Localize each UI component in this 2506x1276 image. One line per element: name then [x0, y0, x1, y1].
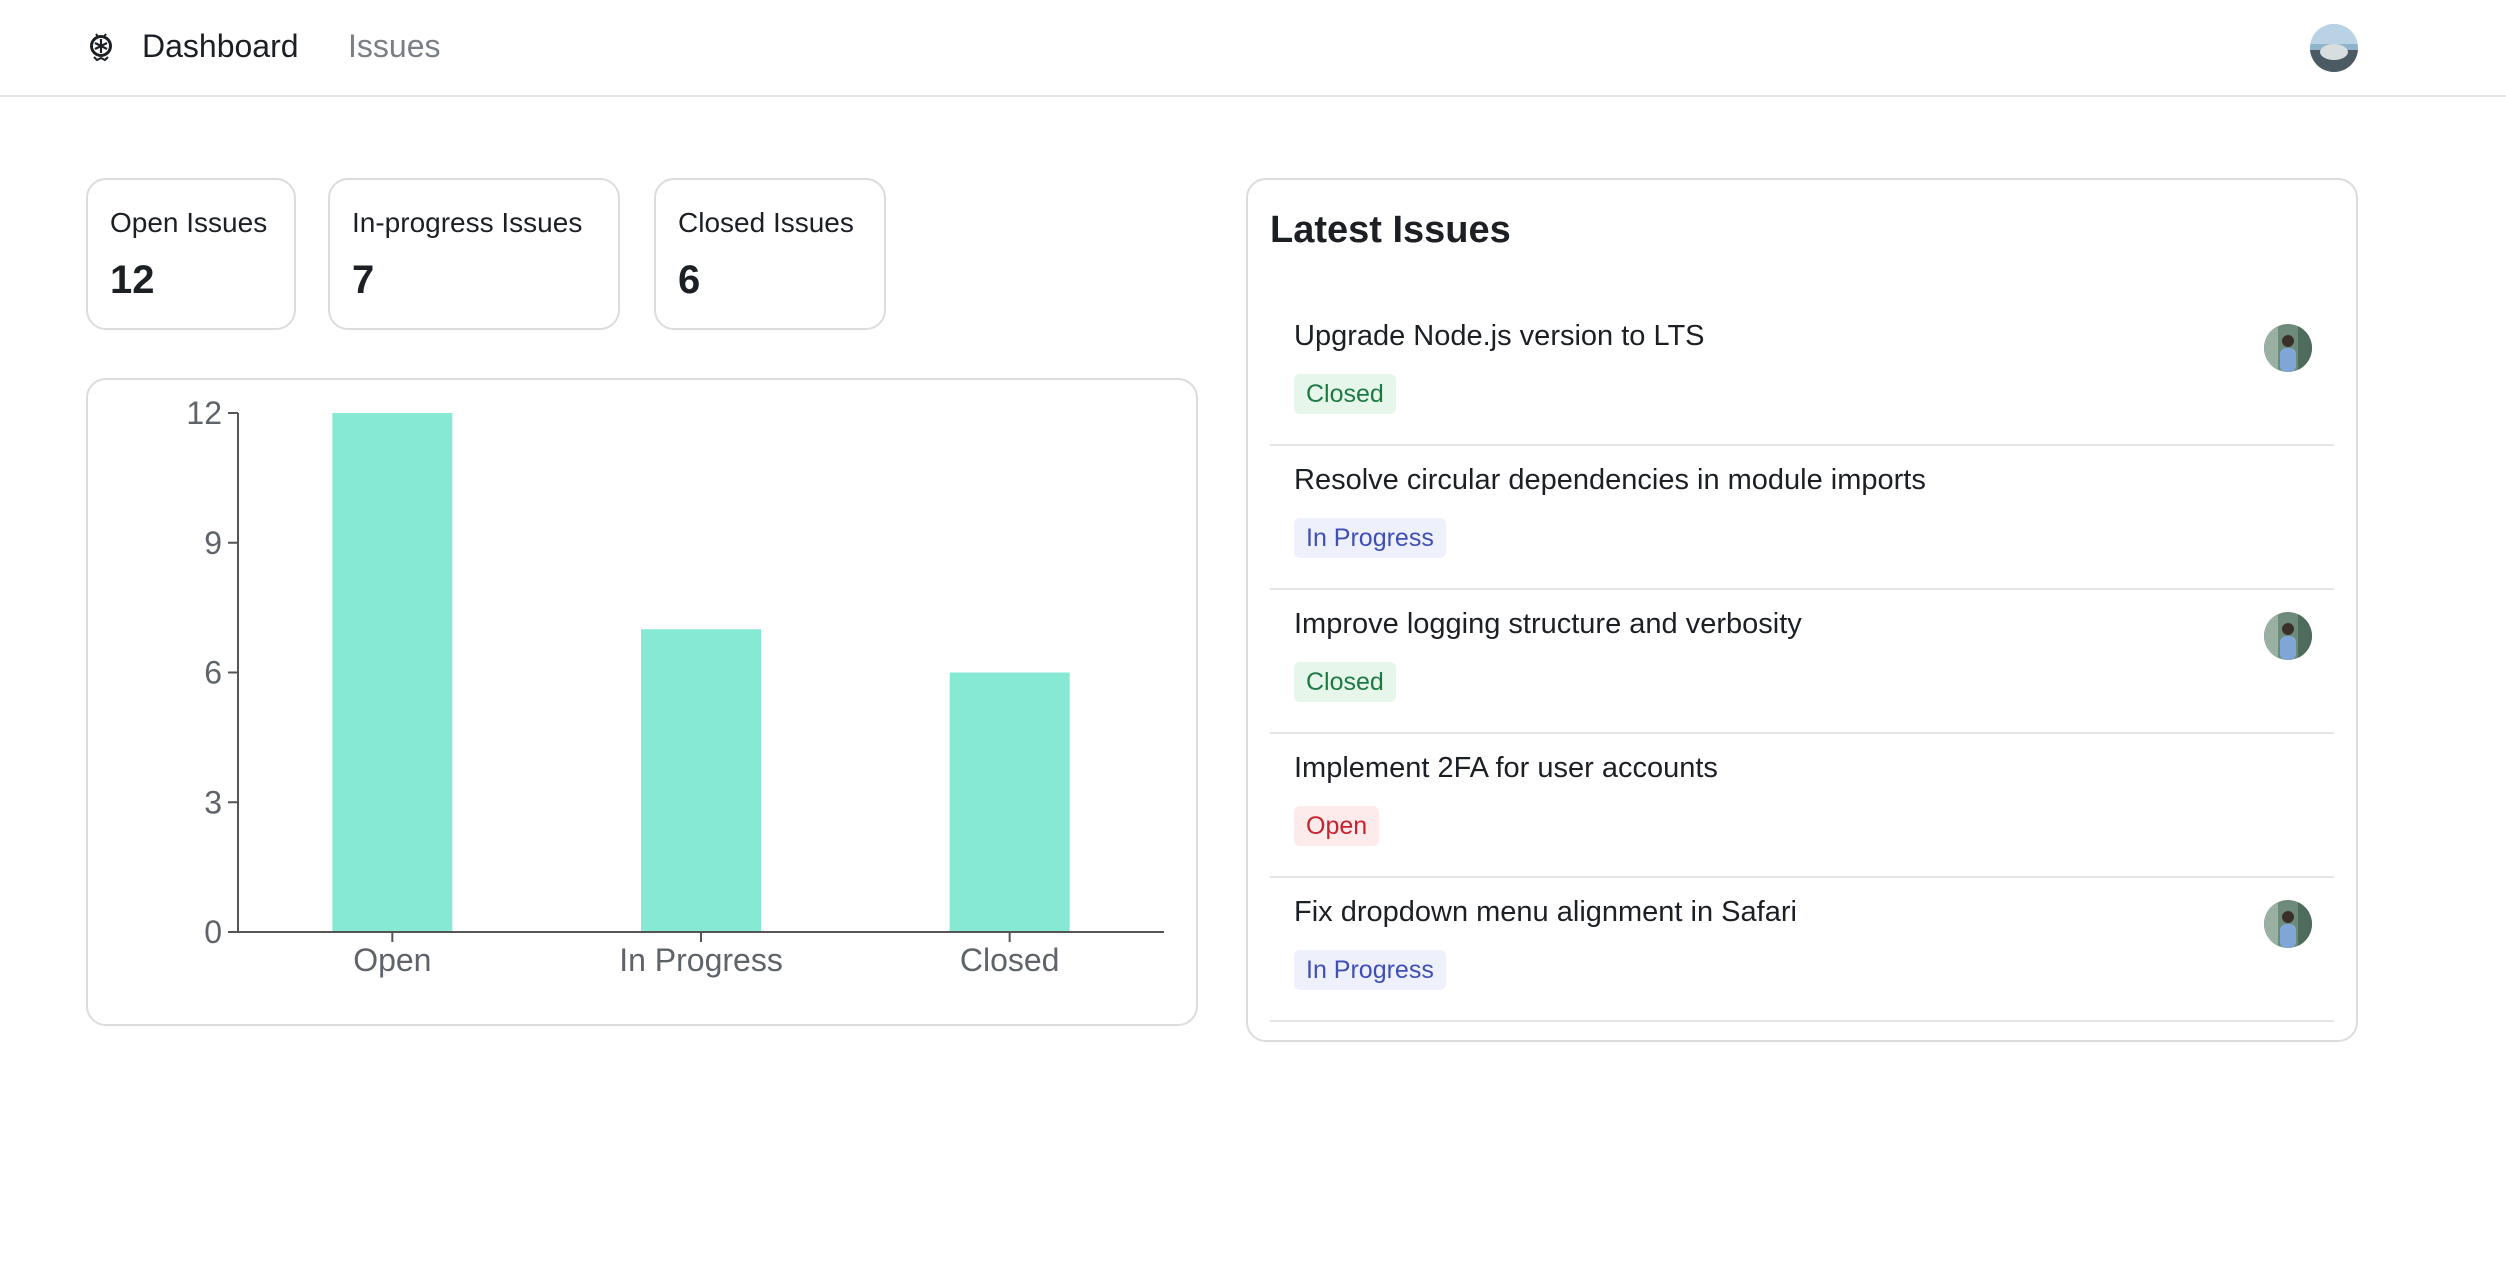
nav-link-dashboard[interactable]: Dashboard: [142, 24, 299, 68]
stat-label: Open Issues: [110, 207, 268, 238]
issue-list-item[interactable]: Improve logging structure and verbosity C…: [1270, 590, 2334, 734]
latest-issues-card: Latest Issues Upgrade Node.js version to…: [1246, 178, 2358, 1042]
stat-label: Closed Issues: [678, 207, 854, 238]
stat-card-in-progress[interactable]: In-progress Issues 7: [328, 178, 620, 330]
status-badge: Open: [1294, 806, 1380, 846]
stat-value: 7: [352, 258, 375, 302]
nav-link-issues[interactable]: Issues: [348, 24, 440, 68]
bar-open: [332, 413, 453, 932]
status-badge: In Progress: [1294, 518, 1446, 558]
assignee-avatar: [2264, 324, 2312, 372]
issue-list: Upgrade Node.js version to LTS Closed Reso…: [1270, 302, 2334, 1022]
x-tick-label: Closed: [960, 942, 1060, 978]
stat-value: 6: [678, 258, 701, 302]
issue-list-item[interactable]: Implement 2FA for user accounts Open: [1270, 734, 2334, 878]
issue-title-link[interactable]: Fix dropdown menu alignment in Safari: [1294, 892, 1797, 932]
status-badge: In Progress: [1294, 950, 1446, 990]
bar-closed: [949, 672, 1070, 932]
issue-list-item[interactable]: Resolve circular dependencies in module …: [1270, 446, 2334, 590]
latest-issues-title: Latest Issues: [1270, 209, 1511, 251]
bug-logo-icon[interactable]: [86, 29, 116, 63]
x-tick-label: Open: [353, 942, 431, 978]
issue-status-chart: 0 3 6 9 12 Open In Progress Closed: [86, 378, 1198, 1026]
status-badge: Closed: [1294, 374, 1396, 414]
issue-title-link[interactable]: Improve logging structure and verbosity: [1294, 604, 1802, 644]
x-tick-label: In Progress: [619, 942, 783, 978]
assignee-avatar: [2264, 612, 2312, 660]
stat-card-open[interactable]: Open Issues 12: [86, 178, 296, 330]
y-tick-label: 0: [204, 914, 222, 950]
issue-title-link[interactable]: Upgrade Node.js version to LTS: [1294, 316, 1705, 356]
stat-card-closed[interactable]: Closed Issues 6: [654, 178, 886, 330]
user-avatar[interactable]: [2310, 24, 2358, 72]
y-tick-label: 12: [186, 395, 222, 431]
y-tick-label: 6: [204, 655, 222, 691]
issue-title-link[interactable]: Resolve circular dependencies in module …: [1294, 460, 1926, 500]
assignee-avatar: [2264, 900, 2312, 948]
y-tick-label: 9: [204, 525, 222, 561]
navbar: Dashboard Issues: [0, 0, 2506, 97]
stat-label: In-progress Issues: [352, 207, 583, 238]
stat-value: 12: [110, 258, 155, 302]
issue-title-link[interactable]: Implement 2FA for user accounts: [1294, 748, 1718, 788]
issue-list-item[interactable]: Fix dropdown menu alignment in Safari In …: [1270, 878, 2334, 1022]
y-tick-label: 3: [204, 784, 222, 820]
issue-list-item[interactable]: Upgrade Node.js version to LTS Closed: [1270, 302, 2334, 446]
bar-in-progress: [641, 629, 761, 932]
status-badge: Closed: [1294, 662, 1396, 702]
bar-chart: 0 3 6 9 12 Open In Progress Closed: [186, 395, 1164, 978]
